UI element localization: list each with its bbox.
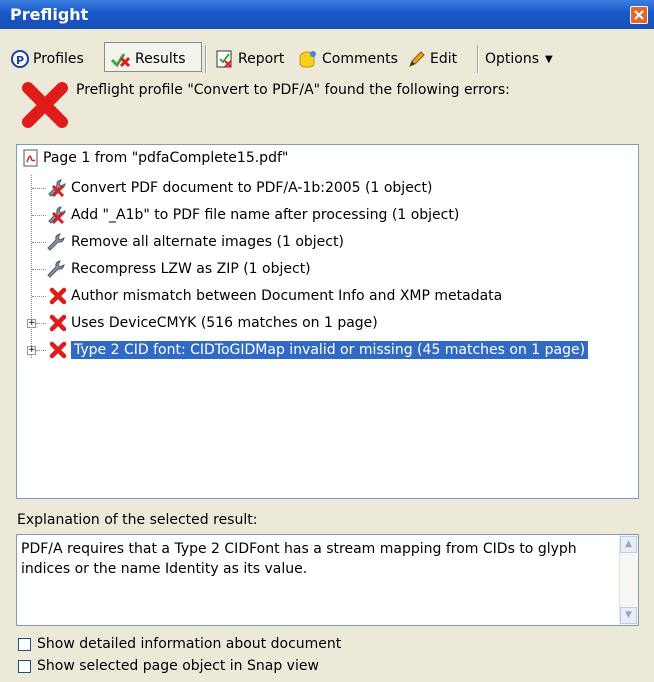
pencil-icon: [409, 51, 425, 67]
report-label: Report: [238, 51, 285, 67]
tree-connector: [32, 296, 46, 297]
summary-text: Preflight profile "Convert to PDF/A" fou…: [76, 82, 510, 98]
tree-root-label: Page 1 from "pdfaComplete15.pdf": [43, 150, 289, 166]
wrench-icon: [47, 233, 65, 251]
explanation-text: PDF/A requires that a Type 2 CIDFont has…: [21, 541, 577, 577]
tree-item[interactable]: Remove all alternate images (1 object): [45, 231, 344, 253]
pdf-document-icon: [23, 149, 38, 167]
toolbar-separator: [205, 45, 207, 73]
tree-connector: [32, 242, 46, 243]
explanation-label: Explanation of the selected result:: [17, 512, 258, 528]
tree-item[interactable]: Convert PDF document to PDF/A-1b:2005 (1…: [45, 177, 432, 199]
tree-item-label: Convert PDF document to PDF/A-1b:2005 (1…: [71, 180, 433, 196]
tree-connector: [32, 269, 46, 270]
options-menu[interactable]: Options ▼: [485, 47, 553, 71]
fix-error-icon: [48, 179, 66, 198]
close-button[interactable]: [630, 6, 648, 24]
snap-view-label: Show selected page object in Snap view: [37, 658, 319, 674]
report-button[interactable]: Report: [215, 47, 284, 71]
tree-root-item[interactable]: Page 1 from "pdfaComplete15.pdf": [23, 147, 288, 169]
tree-connector: [36, 350, 46, 351]
profiles-icon: P: [11, 50, 29, 68]
comments-button[interactable]: Comments: [297, 47, 398, 71]
error-icon: [49, 287, 67, 305]
svg-text:P: P: [16, 54, 24, 67]
tree-item[interactable]: Recompress LZW as ZIP (1 object): [45, 258, 311, 280]
results-label: Results: [135, 51, 186, 67]
tree-item[interactable]: Uses DeviceCMYK (516 matches on 1 page): [49, 312, 378, 334]
detailed-info-label: Show detailed information about document: [37, 636, 342, 652]
tree-connector: [32, 215, 46, 216]
comments-icon: [299, 51, 316, 68]
tree-item-label: Remove all alternate images (1 object): [71, 234, 344, 250]
edit-button[interactable]: Edit: [407, 47, 457, 71]
fix-error-icon: [48, 206, 66, 225]
tree-item-label: Type 2 CID font: CIDToGIDMap invalid or …: [71, 341, 589, 359]
tree-item-label: Recompress LZW as ZIP (1 object): [71, 261, 311, 277]
expand-toggle[interactable]: +: [27, 346, 36, 355]
profiles-label: Profiles: [33, 51, 84, 67]
results-tree[interactable]: Page 1 from "pdfaComplete15.pdf" Convert…: [16, 144, 639, 499]
error-icon: [49, 341, 67, 359]
scroll-up-button[interactable]: ▲: [620, 536, 637, 553]
detailed-info-option[interactable]: Show detailed information about document: [18, 634, 341, 654]
options-label: Options: [485, 51, 540, 67]
detailed-info-checkbox[interactable]: [18, 637, 31, 651]
tree-item-label: Author mismatch between Document Info an…: [71, 288, 503, 304]
tree-item[interactable]: Add "_A1b" to PDF file name after proces…: [45, 204, 459, 226]
report-icon: [216, 50, 232, 68]
title-bar[interactable]: Preflight: [0, 0, 654, 29]
error-icon: [49, 314, 67, 332]
tree-connector: [36, 323, 46, 324]
tree-connector: [31, 175, 32, 358]
scroll-down-button[interactable]: ▼: [620, 607, 637, 624]
comments-label: Comments: [322, 51, 398, 67]
chevron-down-icon: ▼: [545, 53, 553, 65]
window-title: Preflight: [10, 5, 89, 24]
edit-label: Edit: [430, 51, 458, 67]
explanation-textbox[interactable]: PDF/A requires that a Type 2 CIDFont has…: [16, 534, 639, 626]
tree-item-label: Add "_A1b" to PDF file name after proces…: [71, 207, 460, 223]
results-tab[interactable]: Results: [110, 47, 186, 71]
tree-connector: [32, 188, 46, 189]
tree-item-label: Uses DeviceCMYK (516 matches on 1 page): [71, 315, 378, 331]
close-icon: [634, 10, 644, 20]
preflight-window: Preflight P Profiles Results Report Comm…: [0, 0, 654, 682]
profiles-button[interactable]: P Profiles: [10, 47, 84, 71]
tree-item[interactable]: Author mismatch between Document Info an…: [49, 285, 502, 307]
toolbar-separator: [477, 45, 479, 73]
explanation-scrollbar[interactable]: ▲ ▼: [619, 535, 638, 625]
expand-toggle[interactable]: +: [27, 319, 36, 328]
preflight-summary: Preflight profile "Convert to PDF/A" fou…: [20, 80, 640, 136]
large-error-icon: [22, 82, 68, 128]
results-icon: [110, 53, 131, 68]
snap-view-option[interactable]: Show selected page object in Snap view: [18, 656, 319, 676]
tree-item-selected[interactable]: Type 2 CID font: CIDToGIDMap invalid or …: [49, 339, 589, 361]
wrench-icon: [47, 260, 65, 278]
snap-view-checkbox[interactable]: [18, 659, 31, 673]
